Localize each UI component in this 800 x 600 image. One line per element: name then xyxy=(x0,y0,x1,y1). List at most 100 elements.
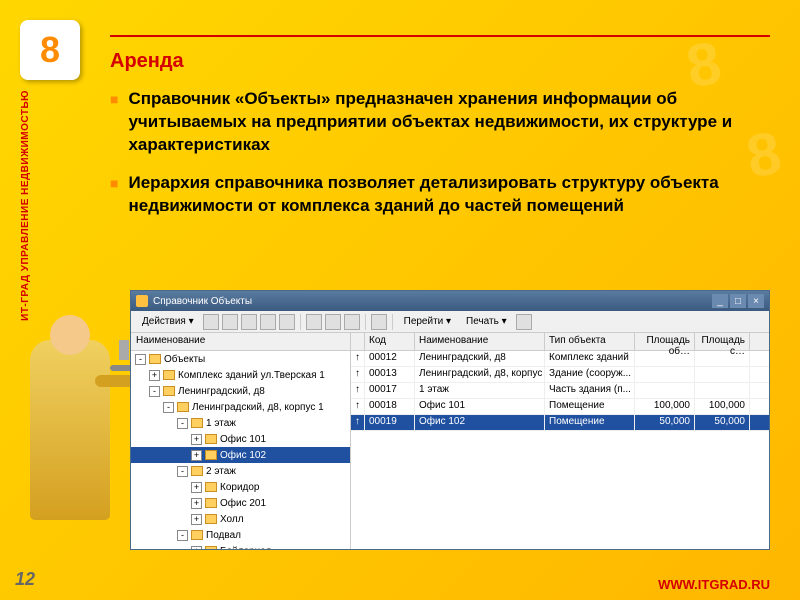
expander-icon[interactable]: + xyxy=(191,546,202,550)
grid-cell-area2 xyxy=(695,383,750,398)
expander-icon[interactable]: + xyxy=(191,450,202,461)
tree-item[interactable]: + Холл xyxy=(131,511,350,527)
grid-header-type[interactable]: Тип объекта xyxy=(545,333,635,350)
grid-header-area2[interactable]: Площадь с… xyxy=(695,333,750,350)
expander-icon[interactable]: + xyxy=(191,514,202,525)
window-title: Справочник Объекты xyxy=(153,296,252,307)
folder-icon xyxy=(205,482,217,492)
grid-row[interactable]: ↑00019Офис 102Помещение50,00050,000 xyxy=(351,415,769,431)
separator xyxy=(365,314,366,330)
grid-cell-area1: 100,000 xyxy=(635,399,695,414)
grid-cell-name: Ленинградский, д8, корпус 1 xyxy=(415,367,545,382)
logo-icon: 8 xyxy=(20,20,80,80)
tree-item[interactable]: + Офис 102 xyxy=(131,447,350,463)
tree-item[interactable]: +Бойлерная xyxy=(131,543,350,549)
expander-icon[interactable]: + xyxy=(191,482,202,493)
tree-label: Коридор xyxy=(220,482,260,493)
grid-cell-area1: 50,000 xyxy=(635,415,695,430)
close-button[interactable]: × xyxy=(748,294,764,308)
grid-row[interactable]: ↑00018Офис 101Помещение100,000100,000 xyxy=(351,399,769,415)
tree-item[interactable]: - 2 этаж xyxy=(131,463,350,479)
split-panes: Наименование -Объекты+Комплекс зданий ул… xyxy=(131,333,769,549)
tree-label: Офис 102 xyxy=(220,450,266,461)
toolbar-copy-icon[interactable] xyxy=(260,314,276,330)
grid-header-row: Код Наименование Тип объекта Площадь об…… xyxy=(351,333,769,351)
expander-icon[interactable]: - xyxy=(135,354,146,365)
grid-cell-area2 xyxy=(695,367,750,382)
maximize-button[interactable]: □ xyxy=(730,294,746,308)
grid-cell-type: Помещение xyxy=(545,415,635,430)
tree-item[interactable]: -1 этаж xyxy=(131,415,350,431)
grid-row[interactable]: ↑00012Ленинградский, д8Комплекс зданий xyxy=(351,351,769,367)
expander-icon[interactable]: - xyxy=(177,418,188,429)
tree-item[interactable]: + Офис 201 xyxy=(131,495,350,511)
bullet-item: Справочник «Объекты» предназначен хранен… xyxy=(110,88,770,157)
expander-icon[interactable]: + xyxy=(191,434,202,445)
tree-label: Подвал xyxy=(206,530,241,541)
expander-icon[interactable]: + xyxy=(191,498,202,509)
expander-icon[interactable]: + xyxy=(149,370,160,381)
tree-item[interactable]: - Ленинградский, д8, корпус 1 xyxy=(131,399,350,415)
grid-cell-mark: ↑ xyxy=(351,367,365,382)
grid-cell-area2 xyxy=(695,351,750,366)
expander-icon[interactable]: - xyxy=(163,402,174,413)
toolbar-tree-icon[interactable] xyxy=(325,314,341,330)
page-number: 12 xyxy=(15,569,35,590)
toolbar-folder-icon[interactable] xyxy=(222,314,238,330)
grid-cell-mark: ↑ xyxy=(351,415,365,430)
grid-row[interactable]: ↑00013Ленинградский, д8, корпус 1Здание … xyxy=(351,367,769,383)
grid-header-mark[interactable] xyxy=(351,333,365,350)
grid-header-name[interactable]: Наименование xyxy=(415,333,545,350)
menu-goto[interactable]: Перейти ▾ xyxy=(398,314,457,329)
tree-item[interactable]: + Коридор xyxy=(131,479,350,495)
toolbar-refresh-icon[interactable] xyxy=(371,314,387,330)
tree-label: Ленинградский, д8, корпус 1 xyxy=(192,402,324,413)
grid-cell-mark: ↑ xyxy=(351,351,365,366)
toolbar-add-icon[interactable] xyxy=(203,314,219,330)
toolbar: Действия ▾ Перейти ▾ Печать ▾ xyxy=(131,311,769,333)
grid-cell-type: Здание (сооруж... xyxy=(545,367,635,382)
tree-pane[interactable]: Наименование -Объекты+Комплекс зданий ул… xyxy=(131,333,351,549)
grid-cell-name: Ленинградский, д8 xyxy=(415,351,545,366)
grid-cell-type: Комплекс зданий xyxy=(545,351,635,366)
slide-title: Аренда xyxy=(110,50,770,73)
grid-header-code[interactable]: Код xyxy=(365,333,415,350)
grid-cell-code: 00017 xyxy=(365,383,415,398)
grid-cell-code: 00012 xyxy=(365,351,415,366)
folder-icon xyxy=(205,434,217,444)
grid-cell-code: 00018 xyxy=(365,399,415,414)
toolbar-help-icon[interactable] xyxy=(516,314,532,330)
grid-cell-mark: ↑ xyxy=(351,383,365,398)
minimize-button[interactable]: _ xyxy=(712,294,728,308)
logo-text: ИТ-ГРАД УПРАВЛЕНИЕ НЕДВИЖИМОСТЬЮ xyxy=(20,90,31,321)
grid-row[interactable]: ↑000171 этажЧасть здания (п... xyxy=(351,383,769,399)
tree-label: Офис 201 xyxy=(220,498,266,509)
tree-item[interactable]: -Объекты xyxy=(131,351,350,367)
folder-icon xyxy=(191,418,203,428)
folder-icon xyxy=(163,386,175,396)
divider-line xyxy=(110,35,770,37)
menu-print[interactable]: Печать ▾ xyxy=(460,314,513,329)
toolbar-edit-icon[interactable] xyxy=(241,314,257,330)
titlebar[interactable]: Справочник Объекты _ □ × xyxy=(131,291,769,311)
grid-cell-area2: 50,000 xyxy=(695,415,750,430)
tree-label: 2 этаж xyxy=(206,466,236,477)
tree-item[interactable]: -Ленинградский, д8 xyxy=(131,383,350,399)
expander-icon[interactable]: - xyxy=(177,530,188,541)
grid-cell-name: 1 этаж xyxy=(415,383,545,398)
toolbar-hierarchy-icon[interactable] xyxy=(306,314,322,330)
expander-icon[interactable]: - xyxy=(149,386,160,397)
bullet-item: Иерархия справочника позволяет детализир… xyxy=(110,172,770,218)
grid-pane[interactable]: Код Наименование Тип объекта Площадь об…… xyxy=(351,333,769,549)
grid-header-area1[interactable]: Площадь об… xyxy=(635,333,695,350)
tree-item[interactable]: - Подвал xyxy=(131,527,350,543)
menu-actions[interactable]: Действия ▾ xyxy=(136,314,200,329)
tree-item[interactable]: +Комплекс зданий ул.Тверская 1 xyxy=(131,367,350,383)
expander-icon[interactable]: - xyxy=(177,466,188,477)
toolbar-delete-icon[interactable] xyxy=(279,314,295,330)
footer-url: WWW.ITGRAD.RU xyxy=(658,577,770,592)
toolbar-list-icon[interactable] xyxy=(344,314,360,330)
tree-label: Холл xyxy=(220,514,244,525)
separator xyxy=(392,314,393,330)
tree-item[interactable]: +Офис 101 xyxy=(131,431,350,447)
